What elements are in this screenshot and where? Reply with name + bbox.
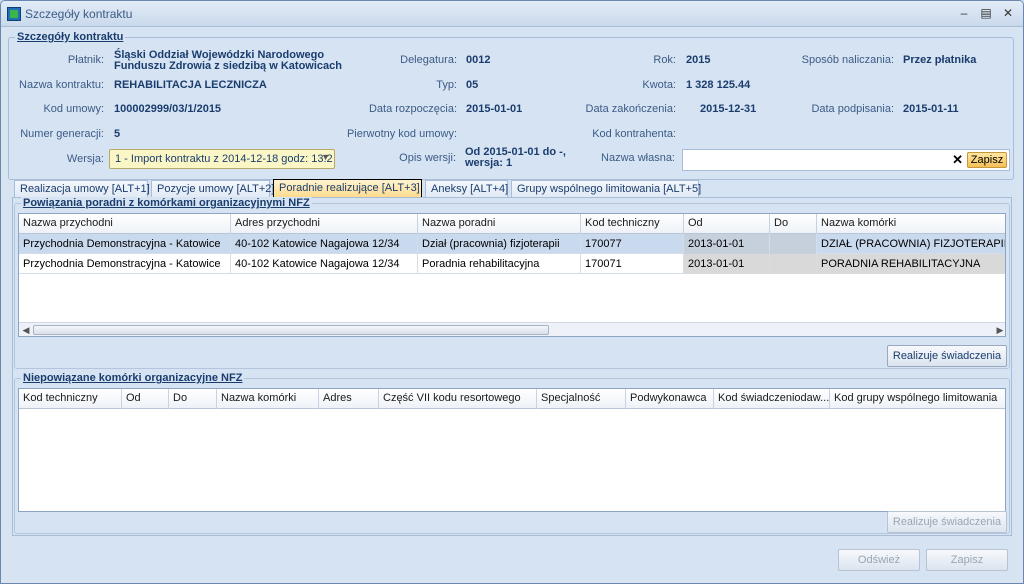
save-button[interactable]: Zapisz (926, 549, 1008, 571)
typ-label: Typ: (436, 79, 457, 91)
col-kod-techniczny[interactable]: Kod techniczny (581, 214, 684, 234)
data-zakonczenia-label: Data zakończenia: (585, 103, 677, 115)
platnik-value: Śląski Oddział Wojewódzki Narodowego Fund… (114, 49, 342, 72)
col-kod-swiadczeniodawcy[interactable]: Kod świadczeniodaw... (714, 389, 830, 409)
kod-umowy-label: Kod umowy: (43, 103, 104, 115)
data-zakonczenia-value: 2015-12-31 (700, 103, 757, 115)
realizuje-swiadczenia-button[interactable]: Realizuje świadczenia (887, 345, 1007, 367)
clear-icon[interactable]: ✕ (952, 152, 963, 168)
data-rozpoczecia-value: 2015-01-01 (466, 103, 523, 115)
tab-panel: Powiązania poradni z komórkami organizac… (12, 197, 1012, 536)
window-title: Szczegóły kontraktu (25, 7, 133, 21)
numer-generacji-value: 5 (114, 128, 121, 140)
save-name-button[interactable]: Zapisz (967, 152, 1007, 168)
col-nazwa-komorki[interactable]: Nazwa komórki (217, 389, 319, 409)
col-od[interactable]: Od (684, 214, 770, 234)
minimize-icon[interactable]: – (955, 5, 973, 21)
col-kod-techniczny[interactable]: Kod techniczny (19, 389, 122, 409)
col-nazwa-przychodni[interactable]: Nazwa przychodni (19, 214, 231, 234)
table-row[interactable]: Przychodnia Demonstracyjna - Katowice 40… (19, 254, 1005, 274)
realizuje-swiadczenia-button-2[interactable]: Realizuje świadczenia (887, 511, 1007, 533)
linked-group: Powiązania poradni z komórkami organizac… (14, 197, 1010, 369)
contract-details-window: Szczegóły kontraktu – ▤ ✕ Szczegóły kont… (0, 0, 1024, 584)
nazwa-wlasna-label: Nazwa własna: (601, 152, 675, 164)
chevron-down-icon[interactable]: ▼ (321, 152, 330, 162)
tab-pozycje-umowy[interactable]: Pozycje umowy [ALT+2] (151, 180, 274, 198)
tab-aneksy[interactable]: Aneksy [ALT+4] (425, 180, 508, 198)
wersja-select[interactable]: 1 - Import kontraktu z 2014-12-18 godz: … (109, 149, 335, 169)
refresh-button[interactable]: Odśwież (838, 549, 920, 571)
numer-generacji-label: Numer generacji: (20, 128, 104, 140)
cell-nazwa-przychodni: Przychodnia Demonstracyjna - Katowice (19, 234, 231, 254)
close-icon[interactable]: ✕ (999, 5, 1017, 21)
title-bar: Szczegóły kontraktu – ▤ ✕ (1, 1, 1023, 27)
cell-od: 2013-01-01 (684, 234, 770, 254)
opis-wersji-value: Od 2015-01-01 do -, wersja: 1 (465, 146, 566, 169)
maximize-icon[interactable]: ▤ (977, 5, 995, 21)
data-podpisania-value: 2015-01-11 (903, 103, 959, 115)
scroll-right-icon[interactable]: ▶ (993, 323, 1005, 336)
delegatura-value: 0012 (466, 54, 491, 66)
col-podwykonawca[interactable]: Podwykonawca (626, 389, 714, 409)
cell-adres-przychodni: 40-102 Katowice Nagajowa 12/34 (231, 254, 418, 274)
kod-umowy-value: 100002999/03/1/2015 (114, 103, 222, 115)
cell-kod-techniczny: 170071 (581, 254, 684, 274)
rok-label: Rok: (653, 54, 676, 66)
col-od[interactable]: Od (122, 389, 169, 409)
linked-grid: Nazwa przychodni Adres przychodni Nazwa … (18, 213, 1006, 337)
wersja-label: Wersja: (66, 153, 104, 165)
linked-group-title: Powiązania poradni z komórkami organizac… (21, 197, 312, 209)
rok-value: 2015 (686, 54, 711, 66)
unlinked-group-title: Niepowiązane komórki organizacyjne NFZ (21, 372, 245, 384)
unlinked-grid: Kod techniczny Od Do Nazwa komórki Adres… (18, 388, 1006, 512)
app-icon (7, 7, 21, 21)
details-group-title: Szczegóły kontraktu (15, 31, 126, 43)
tab-grupy-limitowania[interactable]: Grupy wspólnego limitowania [ALT+5] (511, 180, 701, 198)
data-podpisania-label: Data podpisania: (811, 103, 894, 115)
tab-poradnie-realizujace[interactable]: Poradnie realizujące [ALT+3] (273, 179, 422, 198)
cell-do (770, 234, 817, 254)
typ-value: 05 (466, 79, 479, 91)
platnik-label: Płatnik: (67, 54, 104, 66)
cell-nazwa-poradni: Poradnia rehabilitacyjna (418, 254, 581, 274)
cell-nazwa-przychodni: Przychodnia Demonstracyjna - Katowice (19, 254, 231, 274)
delegatura-label: Delegatura: (400, 54, 457, 66)
cell-od: 2013-01-01 (684, 254, 770, 274)
linked-grid-header: Nazwa przychodni Adres przychodni Nazwa … (19, 214, 1005, 234)
col-do[interactable]: Do (169, 389, 217, 409)
nazwa-kontraktu-value: REHABILITACJA LECZNICZA (114, 79, 267, 91)
col-adres-przychodni[interactable]: Adres przychodni (231, 214, 418, 234)
nazwa-wlasna-input[interactable]: ✕ Zapisz (682, 149, 1010, 171)
unlinked-grid-header: Kod techniczny Od Do Nazwa komórki Adres… (19, 389, 1005, 409)
sposob-value: Przez płatnika (903, 54, 977, 66)
client-area: Szczegóły kontraktu Płatnik: Śląski Oddz… (6, 28, 1018, 580)
kwota-value: 1 328 125.44 (686, 79, 751, 91)
col-specjalnosc[interactable]: Specjalność (537, 389, 626, 409)
cell-do (770, 254, 817, 274)
col-do[interactable]: Do (770, 214, 817, 234)
scroll-thumb[interactable] (33, 325, 549, 335)
cell-adres-przychodni: 40-102 Katowice Nagajowa 12/34 (231, 234, 418, 254)
unlinked-group: Niepowiązane komórki organizacyjne NFZ K… (14, 372, 1010, 534)
sposob-label: Sposób naliczania: (801, 54, 894, 66)
scroll-left-icon[interactable]: ◀ (19, 323, 33, 336)
kwota-label: Kwota: (642, 79, 676, 91)
tab-realizacja-umowy[interactable]: Realizacja umowy [ALT+1] (14, 180, 150, 198)
col-nazwa-poradni[interactable]: Nazwa poradni (418, 214, 581, 234)
cell-nazwa-komorki: DZIAŁ (PRACOWNIA) FIZJOTERAPII (817, 234, 1005, 254)
kod-kontrahenta-label: Kod kontrahenta: (592, 128, 676, 140)
nazwa-kontraktu-label: Nazwa kontraktu: (19, 79, 104, 91)
data-rozpoczecia-label: Data rozpoczęcia: (368, 103, 457, 115)
pierwotny-kod-label: Pierwotny kod umowy: (346, 128, 457, 140)
cell-nazwa-poradni: Dział (pracownia) fizjoterapii (418, 234, 581, 254)
cell-kod-techniczny: 170077 (581, 234, 684, 254)
col-adres[interactable]: Adres (319, 389, 379, 409)
table-row[interactable]: Przychodnia Demonstracyjna - Katowice 40… (19, 234, 1005, 254)
col-czesc-vii[interactable]: Część VII kodu resortowego (379, 389, 537, 409)
cell-nazwa-komorki: PORADNIA REHABILITACYJNA (817, 254, 1005, 274)
opis-wersji-label: Opis wersji: (399, 152, 456, 164)
col-kod-grupy[interactable]: Kod grupy wspólnego limitowania (830, 389, 1005, 409)
horizontal-scrollbar[interactable]: ◀ ▶ (19, 322, 1005, 336)
col-nazwa-komorki[interactable]: Nazwa komórki (817, 214, 1005, 234)
